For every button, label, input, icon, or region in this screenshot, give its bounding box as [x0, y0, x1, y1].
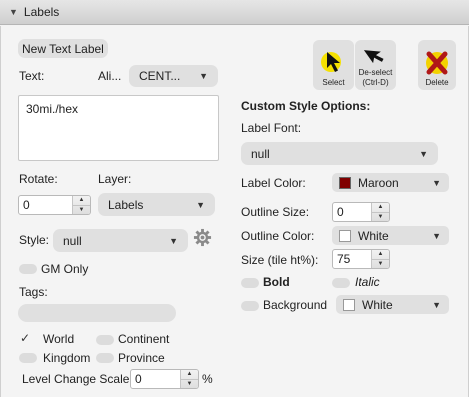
- outline-size-value[interactable]: 0: [333, 203, 371, 221]
- gm-only-label: GM Only: [41, 262, 89, 276]
- continent-label: Continent: [118, 332, 170, 346]
- outline-color-label: Outline Color:: [241, 229, 315, 243]
- rotate-value[interactable]: 0: [19, 196, 72, 214]
- chevron-down-icon: ▼: [419, 148, 428, 159]
- layer-label: Layer:: [98, 172, 132, 186]
- rotate-increment-icon[interactable]: ▲: [73, 196, 90, 206]
- gear-icon[interactable]: [193, 228, 212, 247]
- label-font-dropdown[interactable]: null ▼: [241, 142, 438, 165]
- outline-size-label: Outline Size:: [241, 205, 310, 219]
- outline-color-dropdown[interactable]: White ▼: [332, 226, 449, 245]
- label-color-dropdown[interactable]: Maroon ▼: [332, 173, 449, 192]
- label-text-area[interactable]: 30mi./hex: [18, 95, 219, 161]
- new-text-label-button-label: New Text Label: [22, 41, 104, 56]
- label-color-label: Label Color:: [241, 176, 306, 190]
- percent-label: %: [202, 372, 213, 386]
- custom-style-options-heading: Custom Style Options:: [241, 99, 371, 113]
- outline-size-decrement-icon[interactable]: ▼: [372, 213, 389, 221]
- label-font-value: null: [251, 146, 270, 161]
- label-color-swatch: [339, 176, 351, 189]
- outline-color-swatch: [339, 229, 351, 242]
- rotate-decrement-icon[interactable]: ▼: [73, 206, 90, 214]
- label-font-label: Label Font:: [241, 121, 302, 135]
- chevron-down-icon: ▼: [432, 299, 441, 310]
- world-check-icon[interactable]: ✓: [20, 331, 30, 345]
- province-label: Province: [118, 351, 165, 365]
- background-color-swatch: [343, 298, 355, 311]
- province-toggle[interactable]: [96, 353, 114, 363]
- label-color-value: Maroon: [358, 175, 399, 190]
- kingdom-label: Kingdom: [43, 351, 91, 365]
- background-toggle[interactable]: [241, 301, 259, 311]
- size-tile-ht-value[interactable]: 75: [333, 250, 371, 268]
- layer-value: Labels: [108, 197, 144, 212]
- size-decrement-icon[interactable]: ▼: [372, 260, 389, 268]
- background-color-dropdown[interactable]: White ▼: [336, 295, 449, 314]
- chevron-down-icon: ▼: [432, 230, 441, 241]
- world-label: World: [43, 332, 75, 346]
- outline-size-spinner[interactable]: 0 ▲ ▼: [332, 202, 390, 222]
- level-change-scale-value[interactable]: 0: [131, 370, 180, 388]
- background-color-value: White: [362, 297, 393, 312]
- background-label: Background: [263, 298, 328, 312]
- new-text-label-button[interactable]: New Text Label: [18, 39, 108, 58]
- chevron-down-icon: ▼: [199, 71, 208, 81]
- bold-toggle[interactable]: [241, 278, 259, 288]
- size-increment-icon[interactable]: ▲: [372, 250, 389, 260]
- chevron-down-icon: ▼: [196, 199, 205, 210]
- size-tile-ht-label: Size (tile ht%):: [241, 253, 319, 267]
- level-change-increment-icon[interactable]: ▲: [181, 370, 198, 380]
- gm-only-toggle[interactable]: [19, 264, 37, 274]
- chevron-down-icon: ▼: [169, 235, 178, 246]
- level-change-decrement-icon[interactable]: ▼: [181, 380, 198, 388]
- level-change-scale-label: Level Change Scale:: [22, 372, 133, 386]
- continent-toggle[interactable]: [96, 335, 114, 345]
- outline-color-value: White: [358, 228, 389, 243]
- delete-button[interactable]: Delete: [418, 40, 456, 90]
- deselect-button-label-2: (Ctrl-D): [362, 78, 389, 87]
- layer-dropdown[interactable]: Labels ▼: [98, 193, 215, 216]
- select-arrow-icon: [320, 52, 341, 72]
- alignment-dropdown[interactable]: CENT... ▼: [129, 65, 218, 87]
- text-label: Text:: [19, 69, 45, 83]
- style-dropdown[interactable]: null ▼: [53, 229, 188, 252]
- style-value: null: [63, 233, 82, 248]
- chevron-down-icon: ▼: [432, 177, 441, 188]
- italic-toggle[interactable]: [332, 278, 350, 288]
- italic-label: Italic: [355, 275, 380, 289]
- labels-panel-header[interactable]: ▼ Labels: [0, 0, 469, 25]
- collapse-triangle-icon[interactable]: ▼: [9, 7, 18, 17]
- deselect-arrow-icon: [363, 50, 384, 64]
- kingdom-toggle[interactable]: [19, 353, 37, 363]
- panel-title: Labels: [23, 5, 60, 19]
- select-button[interactable]: Select: [313, 40, 354, 90]
- deselect-button-label-1: De-select: [358, 68, 393, 77]
- tags-label: Tags:: [19, 285, 48, 299]
- label-text-value: 30mi./hex: [26, 102, 79, 116]
- deselect-button[interactable]: De-select (Ctrl-D): [355, 40, 396, 90]
- outline-size-increment-icon[interactable]: ▲: [372, 203, 389, 213]
- select-button-label: Select: [322, 78, 345, 87]
- bold-label: Bold: [263, 275, 290, 289]
- rotate-label: Rotate:: [19, 172, 58, 186]
- size-tile-ht-spinner[interactable]: 75 ▲ ▼: [332, 249, 390, 269]
- level-change-scale-spinner[interactable]: 0 ▲ ▼: [130, 369, 199, 389]
- delete-button-label: Delete: [425, 78, 449, 87]
- tags-input[interactable]: [18, 304, 176, 322]
- delete-x-icon: [426, 51, 448, 75]
- rotate-spinner[interactable]: 0 ▲ ▼: [18, 195, 91, 215]
- alignment-value: CENT...: [139, 69, 181, 83]
- alignment-label: Ali...: [98, 69, 122, 83]
- style-label: Style:: [19, 233, 50, 247]
